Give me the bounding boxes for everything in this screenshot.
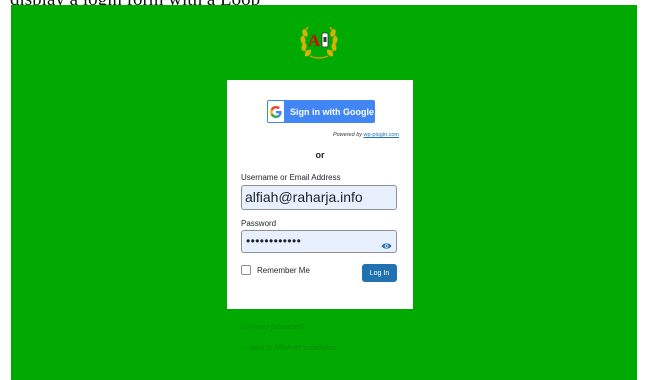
google-signin-button[interactable]: Sign in with Google [267,100,375,123]
or-separator: or [315,150,325,160]
remember-me-checkbox[interactable] [241,265,251,275]
google-signin-label: Sign in with Google [290,106,374,117]
remember-me-row[interactable]: Remember Me [241,265,310,275]
password-label: Password [241,219,277,228]
password-masked-value: •••••••••••• [246,234,302,248]
logo-letter: A [308,31,321,50]
powered-by-link[interactable]: wp-plugin.com [364,132,399,138]
site-logo[interactable]: A [298,22,340,60]
login-form-card: Sign in with Google Powered by wp-plugin… [227,80,413,309]
username-label: Username or Email Address [241,173,341,182]
username-input[interactable]: alfiah@raharja.info [241,185,397,210]
lost-password-link[interactable]: Lost your password? [240,324,305,331]
google-g-icon [268,101,284,122]
login-button[interactable]: Log In [362,264,397,282]
eye-icon[interactable] [381,237,392,255]
back-to-site-link[interactable]: ← Back to Alfiahnet Installation [240,345,337,352]
powered-by-text: Powered by wp-plugin.com [333,132,399,138]
powered-by-prefix: Powered by [332,132,362,138]
remember-me-label: Remember Me [257,265,310,275]
password-input[interactable]: •••••••••••• [241,230,397,253]
laurel-wreath-logo-icon: A [300,26,338,59]
